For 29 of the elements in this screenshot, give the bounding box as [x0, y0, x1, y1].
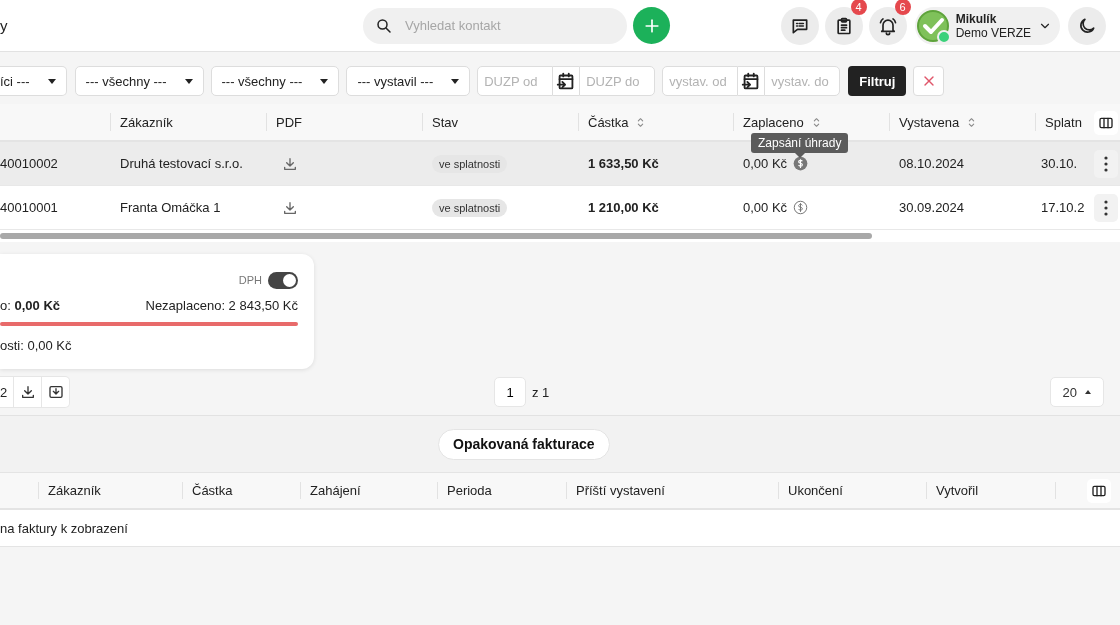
paid-total: o: 0,00 Kč: [0, 298, 60, 313]
column-header: Perioda: [437, 472, 566, 510]
column-header: Ukončení: [778, 472, 926, 510]
page-total: z 1: [532, 384, 550, 400]
paid-amount: 0,00 Kč: [743, 156, 788, 171]
invoice-number: 40010002: [0, 142, 110, 186]
column-header: Vytvořil: [926, 472, 1055, 510]
empty-message: na faktury k zobrazení: [0, 510, 1120, 547]
count-badge: 4: [850, 0, 867, 15]
customer-name: Druhá testovací s.r.o.: [110, 142, 266, 186]
column-header: Zákazník: [110, 104, 266, 142]
tooltip: Zapsání úhrady: [751, 133, 849, 158]
column-header: Částka: [182, 472, 300, 510]
column-header: Stav: [422, 104, 578, 142]
issue-date: 08.10.2024: [889, 142, 1035, 186]
paid-amount: 0,00 Kč: [743, 200, 788, 215]
status-badge: ve splatnosti: [432, 154, 508, 173]
column-header: Zahájení: [300, 472, 437, 510]
amount: 1 633,50 Kč: [578, 142, 733, 186]
column-header: PDF: [266, 104, 422, 142]
count-badge: 6: [894, 0, 911, 15]
column-header: Zákazník: [38, 472, 182, 510]
status-badge: ve splatnosti: [432, 198, 508, 217]
column-header: Příští vystavení: [566, 472, 778, 510]
vat-label: DPH: [238, 274, 262, 286]
page-title: y: [0, 17, 9, 34]
record-count: 2: [0, 383, 9, 402]
unpaid-total: Nezaplaceno: 2 843,50 Kč: [145, 298, 298, 313]
overdue-total: osti: 0,00 Kč: [0, 338, 73, 353]
